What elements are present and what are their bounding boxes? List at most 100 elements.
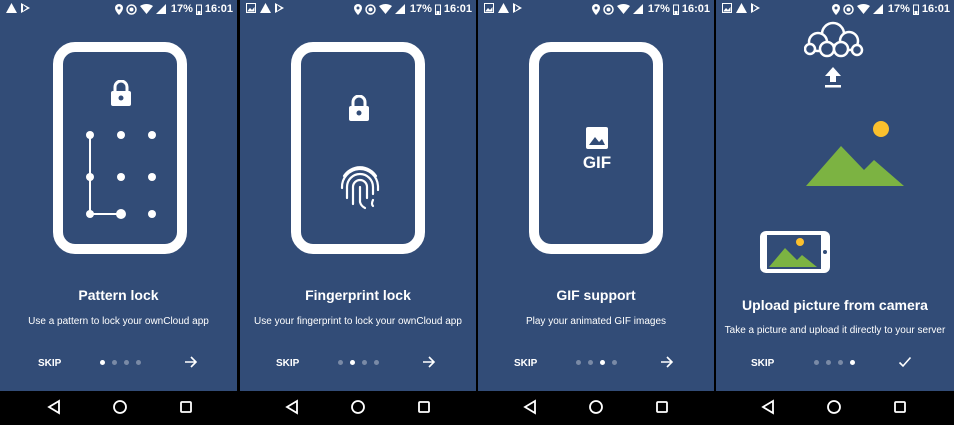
fingerprint-icon (340, 166, 380, 210)
play-store-icon (513, 3, 522, 13)
page-dot-3 (124, 360, 129, 365)
slide-subtitle: Use your fingerprint to lock your ownClo… (254, 316, 462, 327)
signal-icon (155, 4, 166, 14)
recents-icon[interactable] (893, 399, 907, 415)
arrow-right-icon[interactable] (660, 355, 674, 369)
page-dot-2 (826, 360, 831, 365)
phone-illustration (291, 42, 425, 254)
clock: 16:01 (204, 3, 233, 15)
location-icon (114, 3, 123, 15)
page-dot-2 (350, 360, 355, 365)
page-indicator (576, 360, 617, 365)
image-icon (246, 3, 256, 13)
nav-bar (478, 391, 714, 425)
battery-icon (672, 4, 679, 15)
wifi-icon (616, 4, 630, 14)
page-indicator (100, 360, 141, 365)
page-dot-4 (374, 360, 379, 365)
page-indicator (338, 360, 379, 365)
recents-icon[interactable] (655, 399, 669, 415)
page-indicator (814, 360, 855, 365)
status-bar: 17% 16:01 (0, 0, 237, 20)
location-icon (831, 3, 840, 15)
page-dot-4 (612, 360, 617, 365)
sync-icon (603, 3, 614, 15)
status-bar: 17% 16:01 (240, 0, 476, 20)
signal-icon (632, 4, 643, 14)
location-icon (353, 3, 362, 15)
status-bar: 17% 16:01 (716, 0, 954, 20)
page-dot-1 (576, 360, 581, 365)
back-icon[interactable] (761, 399, 775, 415)
sync-icon (365, 3, 376, 15)
home-icon[interactable] (112, 399, 128, 415)
recents-icon[interactable] (179, 399, 193, 415)
signal-icon (872, 4, 883, 14)
slide-title: GIF support (556, 287, 636, 303)
page-dot-1 (100, 360, 105, 365)
skip-button[interactable]: SKIP (514, 358, 537, 369)
warning-icon (498, 3, 509, 13)
sync-icon (843, 3, 854, 15)
nav-bar (0, 391, 237, 425)
upload-icon (825, 67, 841, 88)
phone-photo-icon (760, 231, 830, 273)
clock: 16:01 (681, 3, 710, 15)
screen-upload-from-camera: 17% 16:01 Upload picture from camera Tak… (716, 0, 954, 425)
warning-icon (6, 3, 17, 13)
skip-button[interactable]: SKIP (276, 358, 299, 369)
wifi-icon (856, 4, 870, 14)
skip-button[interactable]: SKIP (751, 358, 774, 369)
back-icon[interactable] (285, 399, 299, 415)
home-icon[interactable] (826, 399, 842, 415)
lock-icon (111, 80, 131, 106)
location-icon (591, 3, 600, 15)
battery-icon (195, 4, 202, 15)
battery-percent: 17% (409, 3, 432, 15)
wifi-icon (378, 4, 392, 14)
skip-button[interactable]: SKIP (38, 358, 61, 369)
image-icon (484, 3, 494, 13)
back-icon[interactable] (47, 399, 61, 415)
page-dot-3 (838, 360, 843, 365)
sync-icon (126, 3, 137, 15)
page-dot-4 (136, 360, 141, 365)
home-icon[interactable] (350, 399, 366, 415)
page-dot-1 (338, 360, 343, 365)
battery-percent: 17% (647, 3, 670, 15)
signal-icon (394, 4, 405, 14)
gif-image-icon (586, 127, 608, 149)
page-dot-4 (850, 360, 855, 365)
play-store-icon (275, 3, 284, 13)
slide-subtitle: Use a pattern to lock your ownCloud app (28, 316, 209, 327)
home-icon[interactable] (588, 399, 604, 415)
checkmark-icon[interactable] (898, 355, 912, 369)
arrow-right-icon[interactable] (184, 355, 198, 369)
cloud-logo-icon (804, 21, 864, 58)
battery-percent: 17% (170, 3, 193, 15)
lock-icon (349, 95, 369, 121)
battery-percent: 17% (887, 3, 910, 15)
page-dot-2 (112, 360, 117, 365)
screen-gif-support: 17% 16:01 GIF GIF support Play your anim… (478, 0, 714, 425)
screen-fingerprint-lock: 17% 16:01 Fingerprint lock Use your fing… (240, 0, 476, 425)
landscape-image-icon (806, 121, 904, 186)
page-dot-1 (814, 360, 819, 365)
slide-title: Upload picture from camera (742, 297, 928, 313)
slide-title: Pattern lock (78, 287, 159, 303)
arrow-right-icon[interactable] (422, 355, 436, 369)
clock: 16:01 (443, 3, 472, 15)
page-dot-2 (588, 360, 593, 365)
warning-icon (260, 3, 271, 13)
gif-label: GIF (582, 153, 612, 172)
status-bar: 17% 16:01 (478, 0, 714, 20)
page-dot-3 (600, 360, 605, 365)
screen-pattern-lock: 17% 16:01 Pattern lock Use a pattern to … (0, 0, 237, 425)
slide-subtitle: Take a picture and upload it directly to… (724, 325, 946, 336)
back-icon[interactable] (523, 399, 537, 415)
slide-title: Fingerprint lock (305, 287, 411, 303)
battery-icon (912, 4, 919, 15)
recents-icon[interactable] (417, 399, 431, 415)
warning-icon (736, 3, 747, 13)
play-store-icon (21, 3, 30, 13)
